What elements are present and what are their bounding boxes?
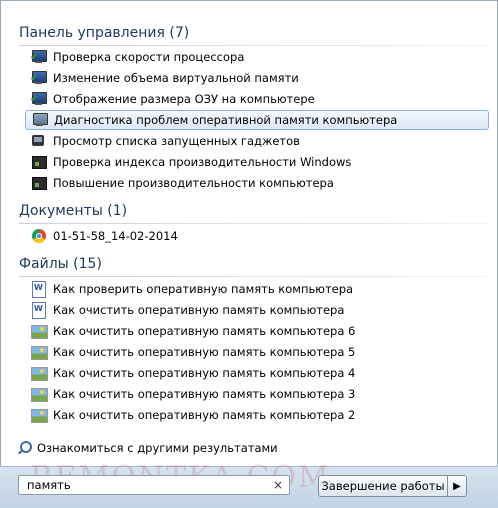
result-item-file[interactable]: Как очистить оперативную память компьюте… <box>25 363 487 383</box>
group-header-control-panel[interactable]: Панель управления (7) <box>19 22 487 46</box>
result-item-label: Как очистить оперативную память компьюте… <box>53 366 356 380</box>
group-title: Панель управления (7) <box>19 25 190 41</box>
result-item-label: Как проверить оперативную память компьют… <box>53 282 354 296</box>
chevron-right-icon: ▶ <box>453 480 461 492</box>
group-divider <box>19 45 487 46</box>
result-item-improve-performance[interactable]: Повышение производительности компьютера <box>25 173 487 193</box>
shutdown-button[interactable]: Завершение работы <box>318 475 448 497</box>
performance-icon <box>31 175 47 191</box>
search-box[interactable]: × <box>18 475 290 495</box>
see-more-results-label: Ознакомиться с другими результатами <box>37 441 278 455</box>
result-item-label: 01-51-58_14-02-2014 <box>53 229 178 243</box>
result-item-file[interactable]: Как очистить оперативную память компьюте… <box>25 300 487 320</box>
result-item-label: Проверка скорости процессора <box>53 50 245 64</box>
result-item-file[interactable]: Как очистить оперативную память компьюте… <box>25 321 487 341</box>
see-more-results-link[interactable]: Ознакомиться с другими результатами <box>17 441 278 455</box>
chrome-icon <box>31 228 47 244</box>
shutdown-label: Завершение работы <box>321 479 445 493</box>
result-item-label: Отображение размера ОЗУ на компьютере <box>53 92 315 106</box>
system-monitor-icon: ✔ <box>30 49 47 65</box>
result-item-memory-diagnostic[interactable]: Диагностика проблем оперативной памяти к… <box>25 110 489 130</box>
result-item-label: Изменение объема виртуальной памяти <box>53 71 299 85</box>
result-item-file[interactable]: Как очистить оперативную память компьюте… <box>25 342 487 362</box>
shutdown-options-button[interactable]: ▶ <box>447 475 467 497</box>
image-file-icon <box>31 365 48 381</box>
word-document-icon <box>31 302 47 319</box>
group-title: Файлы (15) <box>19 256 102 272</box>
search-input[interactable] <box>25 477 269 493</box>
image-file-icon <box>31 407 48 423</box>
performance-icon <box>31 154 47 170</box>
gadgets-icon <box>31 133 47 149</box>
memory-diagnostic-icon <box>32 112 48 128</box>
result-item-label: Как очистить оперативную память компьюте… <box>53 303 345 317</box>
word-document-icon <box>31 281 47 298</box>
result-item-label: Повышение производительности компьютера <box>53 176 334 190</box>
result-item-file[interactable]: Как очистить оперативную память компьюте… <box>25 384 487 404</box>
system-monitor-icon: ✔ <box>30 91 47 107</box>
result-item-label: Как очистить оперативную память компьюте… <box>53 387 356 401</box>
system-monitor-icon: ✔ <box>30 70 47 86</box>
start-menu-results: Панель управления (7) ✔ Проверка скорост… <box>0 0 498 467</box>
result-item-gadgets[interactable]: Просмотр списка запущенных гаджетов <box>25 131 487 151</box>
group-header-documents[interactable]: Документы (1) <box>19 200 487 224</box>
image-file-icon <box>31 386 48 402</box>
image-file-icon <box>31 323 48 339</box>
result-item-performance-index[interactable]: Проверка индекса производительности Wind… <box>25 152 487 172</box>
result-item-label: Как очистить оперативную память компьюте… <box>53 324 356 338</box>
group-divider <box>19 276 487 277</box>
result-item-file[interactable]: Как очистить оперативную память компьюте… <box>25 405 487 425</box>
group-divider <box>19 223 487 224</box>
result-item-ram-size[interactable]: ✔ Отображение размера ОЗУ на компьютере <box>25 89 487 109</box>
magnifier-icon <box>17 441 32 455</box>
result-item-document[interactable]: 01-51-58_14-02-2014 <box>25 226 487 246</box>
result-item-label: Диагностика проблем оперативной памяти к… <box>54 113 398 127</box>
result-item-label: Просмотр списка запущенных гаджетов <box>53 134 300 148</box>
result-item-cpu-speed[interactable]: ✔ Проверка скорости процессора <box>25 47 487 67</box>
result-item-file[interactable]: Как проверить оперативную память компьют… <box>25 279 487 299</box>
result-item-label: Как очистить оперативную память компьюте… <box>53 345 356 359</box>
group-header-files[interactable]: Файлы (15) <box>19 253 487 277</box>
group-title: Документы (1) <box>19 203 128 219</box>
clear-search-button[interactable]: × <box>273 478 283 492</box>
result-item-virtual-memory[interactable]: ✔ Изменение объема виртуальной памяти <box>25 68 487 88</box>
image-file-icon <box>31 344 48 360</box>
result-item-label: Проверка индекса производительности Wind… <box>53 155 352 169</box>
result-item-label: Как очистить оперативную память компьюте… <box>53 408 356 422</box>
